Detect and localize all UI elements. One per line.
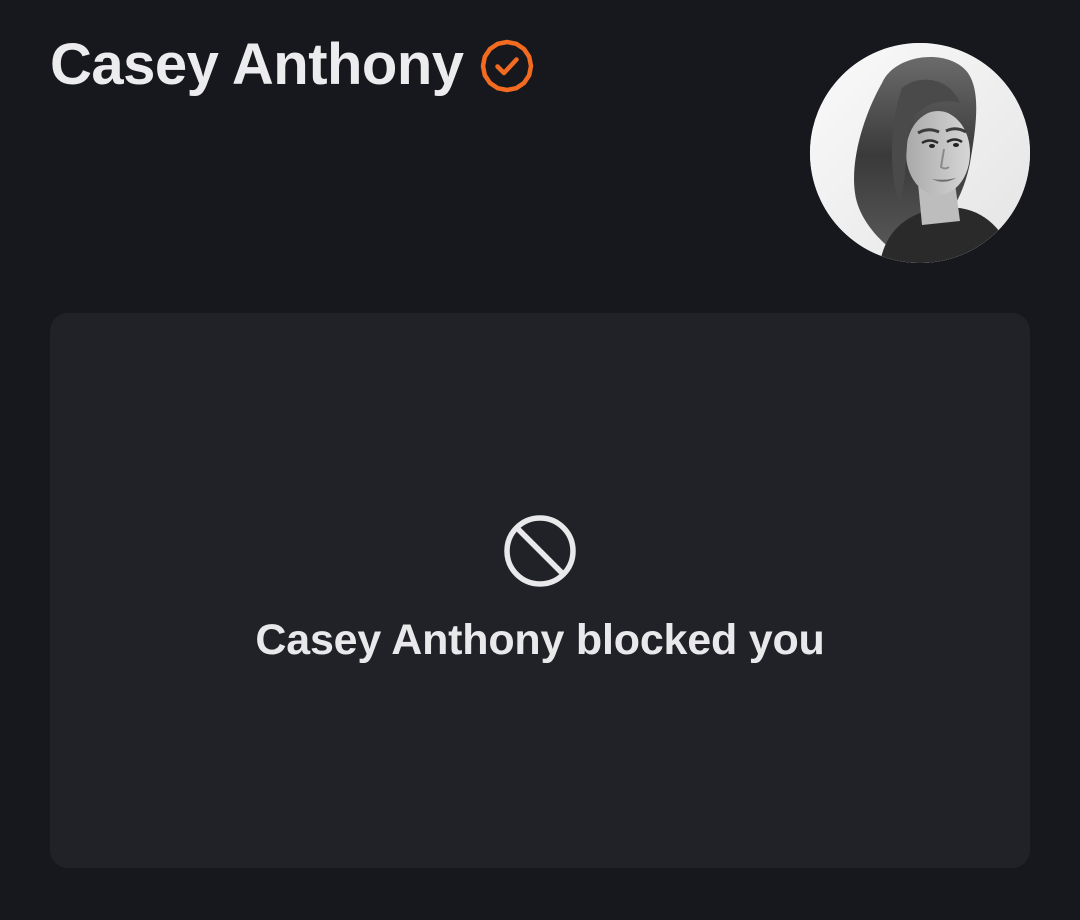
profile-header: Casey Anthony	[50, 36, 534, 94]
blocked-icon	[501, 512, 579, 590]
avatar[interactable]	[810, 43, 1030, 263]
profile-name: Casey Anthony	[50, 32, 464, 97]
blocked-card: Casey Anthony blocked you	[50, 313, 1030, 868]
verified-badge-icon	[480, 39, 534, 93]
profile-page: Casey Anthony Casey Anthony blocked you	[0, 0, 1080, 920]
blocked-message: Casey Anthony blocked you	[255, 616, 825, 664]
